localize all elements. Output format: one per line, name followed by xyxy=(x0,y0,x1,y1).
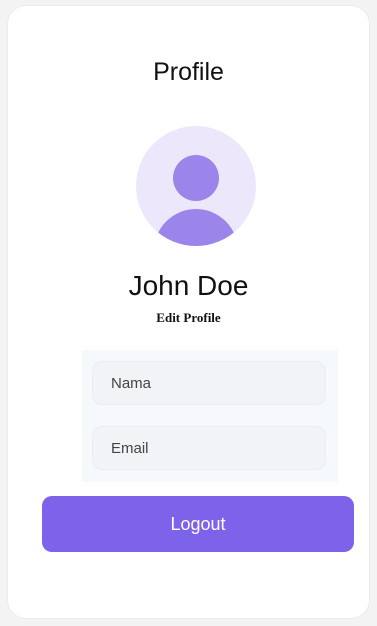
page-title: Profile xyxy=(153,58,224,86)
profile-form: Nama Email xyxy=(82,350,338,482)
profile-name: John Doe xyxy=(128,270,249,301)
nama-field[interactable]: Nama xyxy=(92,361,326,405)
avatar-body xyxy=(154,209,238,246)
avatar-head xyxy=(173,155,219,201)
profile-card: Profile John Doe Edit Profile Nama Email… xyxy=(8,6,369,618)
email-field[interactable]: Email xyxy=(92,426,326,470)
edit-profile-link[interactable]: Edit Profile xyxy=(8,310,369,326)
logout-button[interactable]: Logout xyxy=(42,496,354,552)
user-avatar-icon xyxy=(136,126,256,246)
